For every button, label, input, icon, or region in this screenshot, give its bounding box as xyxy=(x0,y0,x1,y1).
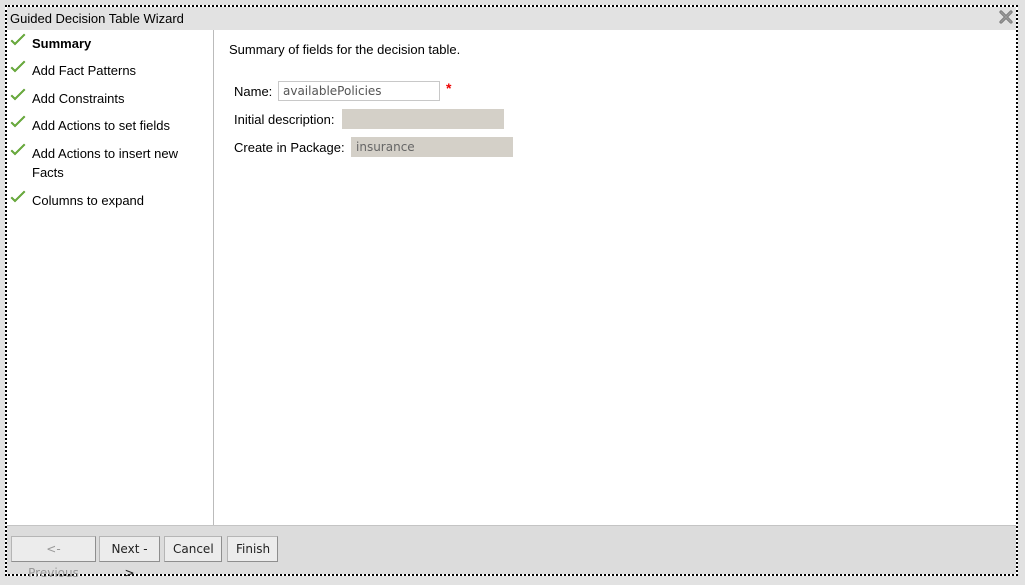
name-label: Name: xyxy=(234,84,273,99)
required-marker: * xyxy=(446,80,452,96)
step-label: Columns to expand xyxy=(32,193,145,208)
previous-button[interactable]: <- Previous xyxy=(11,536,96,580)
step-label: Add Actions to insert new Facts xyxy=(32,146,178,180)
next-button[interactable]: Next -> xyxy=(99,536,160,580)
step-label: Summary xyxy=(32,36,92,51)
description-label: Initial description: xyxy=(234,112,335,127)
dialog-title: Guided Decision Table Wizard xyxy=(10,11,184,26)
description-input[interactable] xyxy=(342,109,504,129)
package-input[interactable] xyxy=(351,137,513,157)
wizard-dialog: Guided Decision Table Wizard Summary Add… xyxy=(5,5,1018,580)
step-label: Add Actions to set fields xyxy=(32,118,171,133)
title-bar[interactable]: Guided Decision Table Wizard xyxy=(7,7,1016,30)
close-icon[interactable] xyxy=(998,9,1014,25)
finish-button[interactable]: Finish xyxy=(227,536,278,562)
package-label: Create in Package: xyxy=(234,140,345,155)
step-label: Add Constraints xyxy=(32,91,125,106)
checkmark-icon xyxy=(10,88,26,104)
summary-intro: Summary of fields for the decision table… xyxy=(229,42,461,57)
button-bar: <- Previous Next -> Cancel Finish xyxy=(7,525,1016,580)
wizard-steps-sidebar: Summary Add Fact Patterns Add Constraint… xyxy=(7,30,214,528)
checkmark-icon xyxy=(10,115,26,131)
checkmark-icon xyxy=(10,143,26,159)
checkmark-icon xyxy=(10,190,26,206)
step-label: Add Fact Patterns xyxy=(32,63,137,78)
checkmark-icon xyxy=(10,33,26,49)
summary-panel: Summary of fields for the decision table… xyxy=(214,30,1016,528)
name-input[interactable] xyxy=(278,81,440,101)
checkmark-icon xyxy=(10,60,26,76)
cancel-button[interactable]: Cancel xyxy=(164,536,222,562)
